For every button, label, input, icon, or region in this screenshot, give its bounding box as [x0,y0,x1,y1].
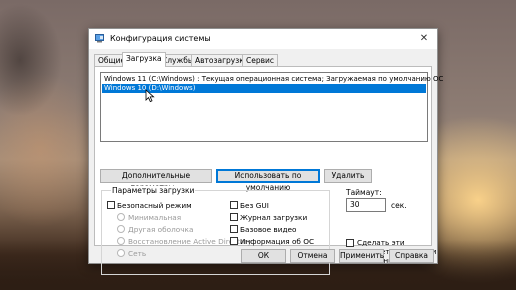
os-info-option[interactable]: Информация об ОС [230,237,314,247]
timeout-label: Таймаут: [346,188,382,197]
base-video-option[interactable]: Базовое видео [230,225,296,235]
no-gui-checkbox[interactable] [230,201,238,209]
no-gui-option[interactable]: Без GUI [230,201,269,211]
persist-checkbox[interactable] [346,239,354,247]
alt-shell-option[interactable]: Другая оболочка [117,225,193,235]
ad-repair-radio[interactable] [117,237,125,245]
alt-shell-radio[interactable] [117,225,125,233]
os-list[interactable]: Windows 11 (C:\Windows) : Текущая операц… [100,72,443,142]
minimal-option[interactable]: Минимальная [117,213,181,223]
base-video-checkbox[interactable] [230,225,238,233]
ok-button[interactable]: ОК [241,249,286,263]
minimal-radio[interactable] [117,213,125,221]
close-button[interactable]: ✕ [413,31,435,47]
boot-tab-panel: Windows 11 (C:\Windows) : Текущая операц… [94,66,443,275]
os-info-checkbox[interactable] [230,237,238,245]
system-config-dialog: Конфигурация системы ✕ Общие Загрузка Сл… [88,28,443,275]
timeout-unit: сек. [391,201,407,210]
msconfig-icon [95,34,104,43]
apply-button[interactable]: Применить [339,249,384,263]
safe-boot-checkbox[interactable] [107,201,115,209]
boot-log-option[interactable]: Журнал загрузки [230,213,307,223]
network-option[interactable]: Сеть [117,249,146,259]
os-item-windows11[interactable]: Windows 11 (C:\Windows) : Текущая операц… [102,75,443,84]
safe-boot-option[interactable]: Безопасный режим [107,201,192,211]
network-radio[interactable] [117,249,125,257]
cancel-button[interactable]: Отмена [290,249,335,263]
boot-log-checkbox[interactable] [230,213,238,221]
tab-boot[interactable]: Загрузка [122,52,166,67]
timeout-input[interactable]: 30 [346,198,386,212]
set-default-button[interactable]: Использовать по умолчанию [216,169,320,192]
help-button[interactable]: Справка [389,249,434,263]
delete-button[interactable]: Удалить [324,169,372,183]
title-bar[interactable]: Конфигурация системы ✕ [89,29,437,49]
mouse-cursor-icon [145,89,155,103]
advanced-options-button[interactable]: Дополнительные параметры... [100,169,212,192]
boot-options-label: Параметры загрузки [111,186,196,195]
window-title: Конфигурация системы [110,34,211,43]
